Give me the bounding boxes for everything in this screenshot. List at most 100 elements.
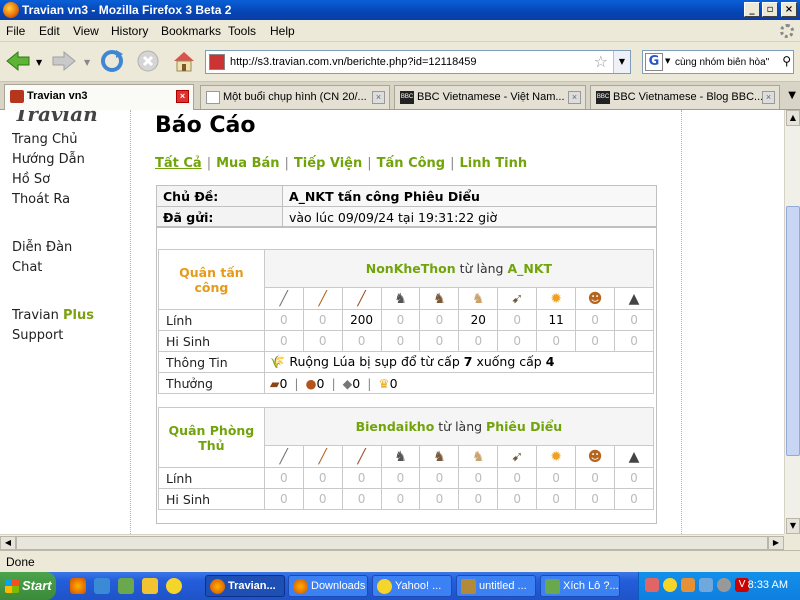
reload-button[interactable] [98, 47, 126, 75]
start-button[interactable]: Start [0, 572, 56, 600]
tab-label: Travian vn3 [27, 90, 88, 102]
report-info-table: Chủ Đề: A_NKT tấn công Phiêu Diểu Đã gửi… [156, 185, 657, 228]
menu-help[interactable]: Help [270, 24, 295, 38]
filter-misc[interactable]: Linh Tinh [460, 156, 528, 171]
tab-bar: Travian vn3 × Một buổi chụp hình (CN 20/… [0, 82, 800, 110]
filter-attack[interactable]: Tấn Công [377, 156, 445, 171]
taskbar-travian-button[interactable]: Travian... [205, 575, 285, 597]
forward-history-dropdown-icon[interactable]: ▼ [84, 58, 90, 67]
back-button[interactable] [4, 47, 32, 75]
sidebar-item-home[interactable]: Trang Chủ [12, 132, 78, 147]
filter-all[interactable]: Tất Cả [155, 156, 202, 171]
crop-icon: ♛ [378, 375, 390, 391]
sent-label: Đã gửi: [156, 206, 283, 228]
attacker-header: Quân tấn công [158, 249, 265, 310]
defender-player-link[interactable]: Biendaikho [356, 419, 435, 434]
scroll-right-icon[interactable]: ▶ [768, 536, 784, 550]
tray-messenger-icon[interactable] [663, 578, 677, 592]
tab-photo-session[interactable]: Một buổi chụp hình (CN 20/... × [200, 85, 390, 109]
tab-close-icon[interactable]: × [568, 91, 581, 104]
tray-network-icon[interactable] [699, 578, 713, 592]
menu-view[interactable]: View [73, 24, 99, 38]
filter-reinforcement[interactable]: Tiếp Viện [294, 156, 362, 171]
filter-trade[interactable]: Mua Bán [216, 156, 279, 171]
defender-village-link[interactable]: Phiêu Diểu [486, 419, 562, 434]
url-dropdown-icon[interactable]: ▼ [613, 51, 630, 73]
casualty-count: 0 [341, 330, 382, 352]
tray-icon[interactable] [645, 578, 659, 592]
messenger-quicklaunch-icon[interactable] [166, 578, 182, 594]
taskbar-label: untitled ... [479, 580, 527, 592]
casualty-count: 0 [614, 330, 654, 352]
google-engine-icon[interactable]: G [645, 53, 663, 71]
desktop-quicklaunch-icon[interactable] [118, 578, 134, 594]
scroll-thumb[interactable] [16, 536, 768, 550]
settler-icon: ▲ [628, 449, 640, 465]
media-quicklaunch-icon[interactable] [142, 578, 158, 594]
sidebar-item-guide[interactable]: Hướng Dẫn [12, 152, 85, 167]
search-input[interactable] [675, 54, 779, 70]
taskbar-xichlo-button[interactable]: Xích Lô ?... [540, 575, 620, 597]
bounty-row: Thưởng ▰0 | ●0 | ◆0 | ♛0 [158, 372, 655, 394]
stop-button[interactable] [134, 47, 162, 75]
unit-icon-cell: ╱ [302, 287, 343, 310]
scroll-thumb[interactable] [786, 206, 800, 456]
horizontal-scrollbar[interactable]: ◀ ▶ [0, 534, 784, 550]
scroll-down-icon[interactable]: ▼ [786, 518, 800, 534]
lumber-icon: ▰ [269, 375, 280, 391]
sidebar-item-travian-plus[interactable]: Travian Plus [12, 308, 94, 323]
search-magnifier-icon[interactable]: ⚲ [782, 54, 791, 68]
search-engine-dropdown-icon[interactable]: ▼ [665, 57, 670, 65]
attacker-player-link[interactable]: NonKheThon [366, 261, 456, 276]
back-history-dropdown-icon[interactable]: ▼ [36, 58, 42, 67]
taskbar-untitled-button[interactable]: untitled ... [456, 575, 536, 597]
window-title: Travian vn3 - Mozilla Firefox 3 Beta 2 [22, 3, 232, 17]
spearman-icon: ╱ [318, 291, 327, 307]
taskbar-downloads-button[interactable]: Downloads [288, 575, 368, 597]
search-bar[interactable]: G ▼ ⚲ [642, 50, 794, 74]
home-button[interactable] [170, 47, 198, 75]
tab-close-icon[interactable]: × [762, 91, 775, 104]
sidebar-item-support[interactable]: Support [12, 328, 63, 343]
axeman-icon: ╱ [357, 291, 366, 307]
bookmark-star-icon[interactable]: ☆ [594, 52, 608, 71]
tab-bbc-vietnam[interactable]: BBC BBC Vietnamese - Việt Nam... × [394, 85, 586, 109]
menu-edit[interactable]: Edit [39, 24, 60, 38]
throbber-icon [780, 24, 794, 38]
attacker-village-link[interactable]: A_NKT [507, 261, 552, 276]
menu-bookmarks[interactable]: Bookmarks [161, 24, 221, 38]
minimize-button[interactable]: _ [744, 2, 760, 17]
reload-icon [101, 50, 123, 72]
url-bar[interactable]: ☆ ▼ [205, 50, 631, 74]
tab-close-icon[interactable]: × [176, 90, 189, 103]
vertical-scrollbar[interactable]: ▲ ▼ [784, 110, 800, 534]
teutonic-knight-icon: ♞ [472, 449, 485, 465]
sidebar-item-logout[interactable]: Thoát Ra [12, 192, 70, 207]
tab-travian[interactable]: Travian vn3 × [4, 84, 194, 110]
tab-bbc-blog[interactable]: BBC BBC Vietnamese - Blog BBC... × [590, 85, 780, 109]
tab-list-dropdown-icon[interactable]: ▼ [788, 90, 796, 101]
sidebar-item-forum[interactable]: Diễn Đàn [12, 240, 72, 255]
menu-tools[interactable]: Tools [228, 24, 256, 38]
tray-icon[interactable] [681, 578, 695, 592]
scroll-left-icon[interactable]: ◀ [0, 536, 16, 550]
firefox-quicklaunch-icon[interactable] [70, 578, 86, 594]
taskbar-yahoo-button[interactable]: Yahoo! ... [372, 575, 452, 597]
menu-history[interactable]: History [111, 24, 148, 38]
scroll-up-icon[interactable]: ▲ [786, 110, 800, 126]
page-title: Báo Cáo [155, 113, 256, 138]
ie-quicklaunch-icon[interactable] [94, 578, 110, 594]
maximize-button[interactable]: ▫ [762, 2, 778, 17]
tray-icon[interactable] [717, 578, 731, 592]
url-input[interactable] [230, 54, 590, 70]
sidebar-item-profile[interactable]: Hồ Sơ [12, 172, 50, 187]
sidebar-item-chat[interactable]: Chat [12, 260, 42, 275]
filter-separator: | [450, 156, 455, 171]
taskbar-clock: 8:33 AM [747, 579, 788, 591]
menu-file[interactable]: File [6, 24, 25, 38]
close-button[interactable]: × [781, 2, 797, 17]
casualty-count: 0 [497, 488, 538, 510]
tab-close-icon[interactable]: × [372, 91, 385, 104]
forward-button[interactable] [50, 47, 78, 75]
troop-count: 0 [380, 467, 421, 489]
